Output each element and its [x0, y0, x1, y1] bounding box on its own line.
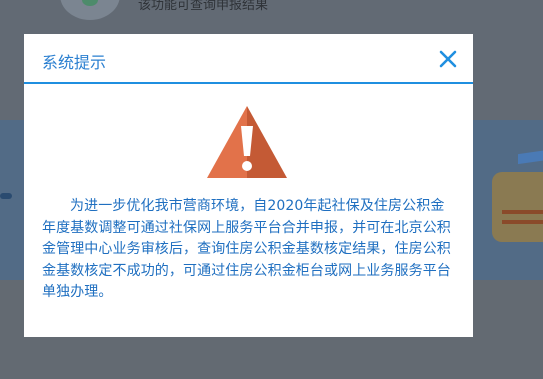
background-left-marker [0, 193, 12, 199]
dialog-message-text: 为进一步优化我市营商环境，自2020年起社保及住房公积金年度基数调整可通过社保网… [42, 198, 451, 300]
close-button[interactable] [437, 48, 459, 70]
background-card-line [502, 210, 543, 214]
dialog-header: 系统提示 [24, 34, 473, 84]
warning-triangle-icon [207, 106, 287, 178]
background-notice-text: 该功能可查询申报结果 [138, 0, 269, 13]
system-prompt-dialog: 系统提示 为进一步优化我市营商环境，自2020年起社保及住房公积金年度基数调整可… [24, 34, 473, 337]
dialog-title: 系统提示 [42, 53, 107, 72]
dialog-message: 为进一步优化我市营商环境，自2020年起社保及住房公积金年度基数调整可通过社保网… [42, 196, 457, 304]
close-icon[interactable] [437, 48, 459, 70]
background-card [492, 172, 543, 242]
background-card-line [502, 220, 543, 224]
